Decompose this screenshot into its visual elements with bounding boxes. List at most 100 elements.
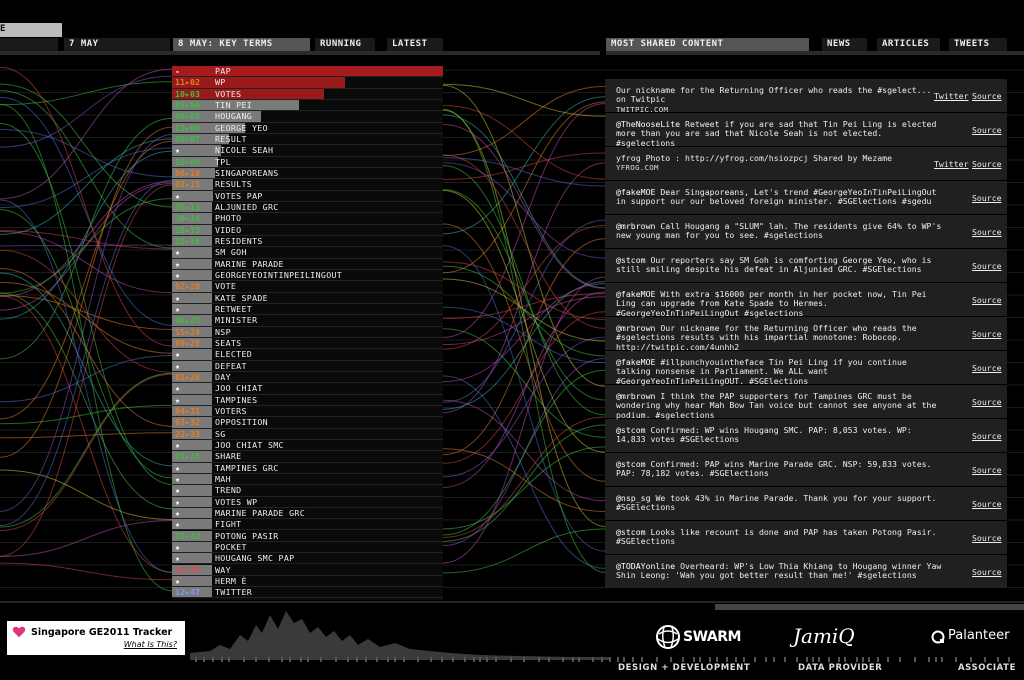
shared-post[interactable]: @nsp_sg We took 43% in Marine Parade. Th… xyxy=(605,487,1007,521)
tab-running[interactable]: RUNNING xyxy=(315,38,375,51)
source-link[interactable]: Source xyxy=(972,499,1002,509)
term-row[interactable]: 18▸09 TPL xyxy=(172,156,443,168)
term-row[interactable]: ★ POCKET xyxy=(172,541,443,554)
term-row[interactable]: ★ VOTES WP xyxy=(172,496,443,508)
shared-post[interactable]: @mrbrown Our nickname for the Returning … xyxy=(605,317,1007,351)
tab-7-may[interactable]: 7 MAY xyxy=(64,38,170,51)
shared-post[interactable]: @fakeMOE #illpunchyouintheface Tin Pei L… xyxy=(605,351,1007,385)
twitter-link[interactable]: Twitter xyxy=(934,159,969,169)
twitter-link[interactable]: Twitter xyxy=(934,91,969,101)
tab-latest[interactable]: LATEST xyxy=(387,38,443,51)
term-row[interactable]: ★ HERM È xyxy=(172,575,443,588)
term-row[interactable]: ★ TAMPINES GRC xyxy=(172,462,443,474)
source-link[interactable]: Source xyxy=(972,397,1002,407)
term-row[interactable]: 01▸35 SHARE xyxy=(172,451,443,463)
term-row[interactable]: 06▸10 SINGAPOREANS xyxy=(172,167,443,180)
term-row[interactable]: - PAP xyxy=(172,66,443,78)
source-link[interactable]: Source xyxy=(972,159,1002,169)
timeline-scrubber[interactable] xyxy=(715,604,1024,610)
post-text: @mrbrown Our nickname for the Returning … xyxy=(616,323,946,352)
term-row[interactable]: ★ NICOLE SEAH xyxy=(172,145,443,157)
shared-post[interactable]: @TheNooseLite Retweet if you are sad tha… xyxy=(605,113,1007,147)
source-link[interactable]: Source xyxy=(972,567,1002,577)
source-link[interactable]: Source xyxy=(972,465,1002,475)
source-link[interactable]: Source xyxy=(972,261,1002,271)
source-link[interactable]: Source xyxy=(972,533,1002,543)
term-row[interactable]: ★ TAMPINES xyxy=(172,394,443,406)
activity-tick xyxy=(617,657,619,662)
shared-post[interactable]: @fakeMOE With extra $16000 per month in … xyxy=(605,283,1007,317)
tab-key-terms[interactable]: 8 MAY: KEY TERMS xyxy=(173,38,310,51)
term-row[interactable]: ★ MAH xyxy=(172,473,443,486)
term-row[interactable]: ★ MARINE PARADE GRC xyxy=(172,507,443,520)
flow-curve-left xyxy=(0,199,173,573)
flow-curve-right xyxy=(442,528,606,574)
term-row[interactable]: ★ JOO CHIAT xyxy=(172,383,443,395)
term-row[interactable]: 12▸47 TWITTER xyxy=(172,587,443,599)
tracker-badge[interactable]: Singapore GE2011 Tracker What Is This? xyxy=(7,621,185,655)
term-row[interactable]: 09▸25 SEATS xyxy=(172,337,443,350)
shared-post[interactable]: @stcom Confirmed: WP wins Hougang SMC. P… xyxy=(605,419,1007,453)
term-row[interactable]: ★ ELECTED xyxy=(172,349,443,361)
tab-most-shared[interactable]: MOST SHARED CONTENT xyxy=(606,38,809,51)
term-row[interactable]: ★ SM GOH xyxy=(172,247,443,259)
tab-news[interactable]: NEWS xyxy=(822,38,867,51)
term-row[interactable]: 09▸05 HOUGANG xyxy=(172,111,443,123)
term-row[interactable]: ★ JOO CHIAT SMC xyxy=(172,439,443,452)
term-row[interactable]: 40▸23 MINISTER xyxy=(172,315,443,327)
source-link[interactable]: Source xyxy=(972,193,1002,203)
term-row[interactable]: 03▸04 TIN PEI xyxy=(172,99,443,112)
term-row[interactable]: 30▸14 PHOTO xyxy=(172,213,443,225)
flow-curve-left xyxy=(0,562,173,581)
term-row[interactable]: 02▸11 RESULTS xyxy=(172,179,443,191)
source-link[interactable]: Source xyxy=(972,91,1002,101)
term-row[interactable]: 33▸42 POTONG PASIR xyxy=(172,530,443,542)
shared-post[interactable]: @mrbrown I think the PAP supporters for … xyxy=(605,385,1007,419)
term-row[interactable]: 22▸33 SG xyxy=(172,428,443,440)
shared-post[interactable]: @fakeMOE Dear Singaporeans, Let's trend … xyxy=(605,181,1007,215)
activity-tick xyxy=(320,657,322,662)
shared-post[interactable]: @stcom Looks like recount is done and PA… xyxy=(605,521,1007,555)
term-row[interactable]: 08▸07 RESULT xyxy=(172,133,443,146)
left-partial-tab[interactable]: E xyxy=(0,24,5,34)
what-is-this-link[interactable]: What Is This? xyxy=(124,640,177,649)
tab-partial-left[interactable] xyxy=(0,38,58,51)
source-link[interactable]: Source xyxy=(972,295,1002,305)
source-link[interactable]: Source xyxy=(972,431,1002,441)
term-row[interactable]: 10▸03 VOTES xyxy=(172,88,443,100)
term-row[interactable]: ★ GEORGEYEOINTINPEILINGOUT xyxy=(172,269,443,282)
tab-articles[interactable]: ARTICLES xyxy=(877,38,940,51)
term-row[interactable]: 35▸13 ALJUNIED GRC xyxy=(172,201,443,214)
post-body: Confirmed: PAP wins Marine Parade GRC. N… xyxy=(616,459,932,479)
term-row[interactable]: 28▸15 VIDEO xyxy=(172,224,443,236)
term-row[interactable]: 15▸24 NSP xyxy=(172,326,443,338)
term-row[interactable]: 11▸02 WP xyxy=(172,77,443,89)
tab-tweets[interactable]: TWEETS xyxy=(949,38,1007,51)
shared-post[interactable]: @stcom Our reporters say SM Goh is comfo… xyxy=(605,249,1007,283)
term-row[interactable]: ★ RETWEET xyxy=(172,303,443,316)
term-row[interactable]: ★ VOTES PAP xyxy=(172,190,443,202)
source-link[interactable]: Source xyxy=(972,329,1002,339)
term-row[interactable]: 13▸06 GEORGE YEO xyxy=(172,122,443,134)
term-row[interactable]: 04▸31 VOTERS xyxy=(172,405,443,418)
term-row[interactable]: 14▸45 WAY xyxy=(172,564,443,576)
term-row[interactable]: 07▸32 OPPOSITION xyxy=(172,417,443,429)
term-row[interactable]: 02▸20 VOTE xyxy=(172,281,443,293)
source-link[interactable]: Source xyxy=(972,125,1002,135)
shared-post[interactable]: Our nickname for the Returning Officer w… xyxy=(605,79,1007,114)
term-row[interactable]: ★ FIGHT xyxy=(172,519,443,531)
shared-post[interactable]: @stcom Confirmed: PAP wins Marine Parade… xyxy=(605,453,1007,487)
shared-post[interactable]: @TODAYonline Overheard: WP's Low Thia Kh… xyxy=(605,555,1007,589)
source-link[interactable]: Source xyxy=(972,363,1002,373)
shared-post[interactable]: yfrog Photo : http://yfrog.com/hsiozpcj … xyxy=(605,147,1007,181)
term-row[interactable]: ★ DEFEAT xyxy=(172,360,443,372)
shared-post[interactable]: @mrbrown Call Hougang a "SLUM" lah. The … xyxy=(605,215,1007,249)
source-link[interactable]: Source xyxy=(972,227,1002,237)
term-row[interactable]: 32▸16 RESIDENTS xyxy=(172,235,443,248)
term-row[interactable]: ★ MARINE PARADE xyxy=(172,258,443,270)
term-row[interactable]: ★ TREND xyxy=(172,485,443,497)
term-row[interactable]: ★ HOUGANG SMC PAP xyxy=(172,553,443,565)
jamiq-logo[interactable]: JamiQ xyxy=(793,624,855,648)
term-row[interactable]: ★ KATE SPADE xyxy=(172,292,443,304)
term-row[interactable]: 01▸28 DAY xyxy=(172,371,443,384)
